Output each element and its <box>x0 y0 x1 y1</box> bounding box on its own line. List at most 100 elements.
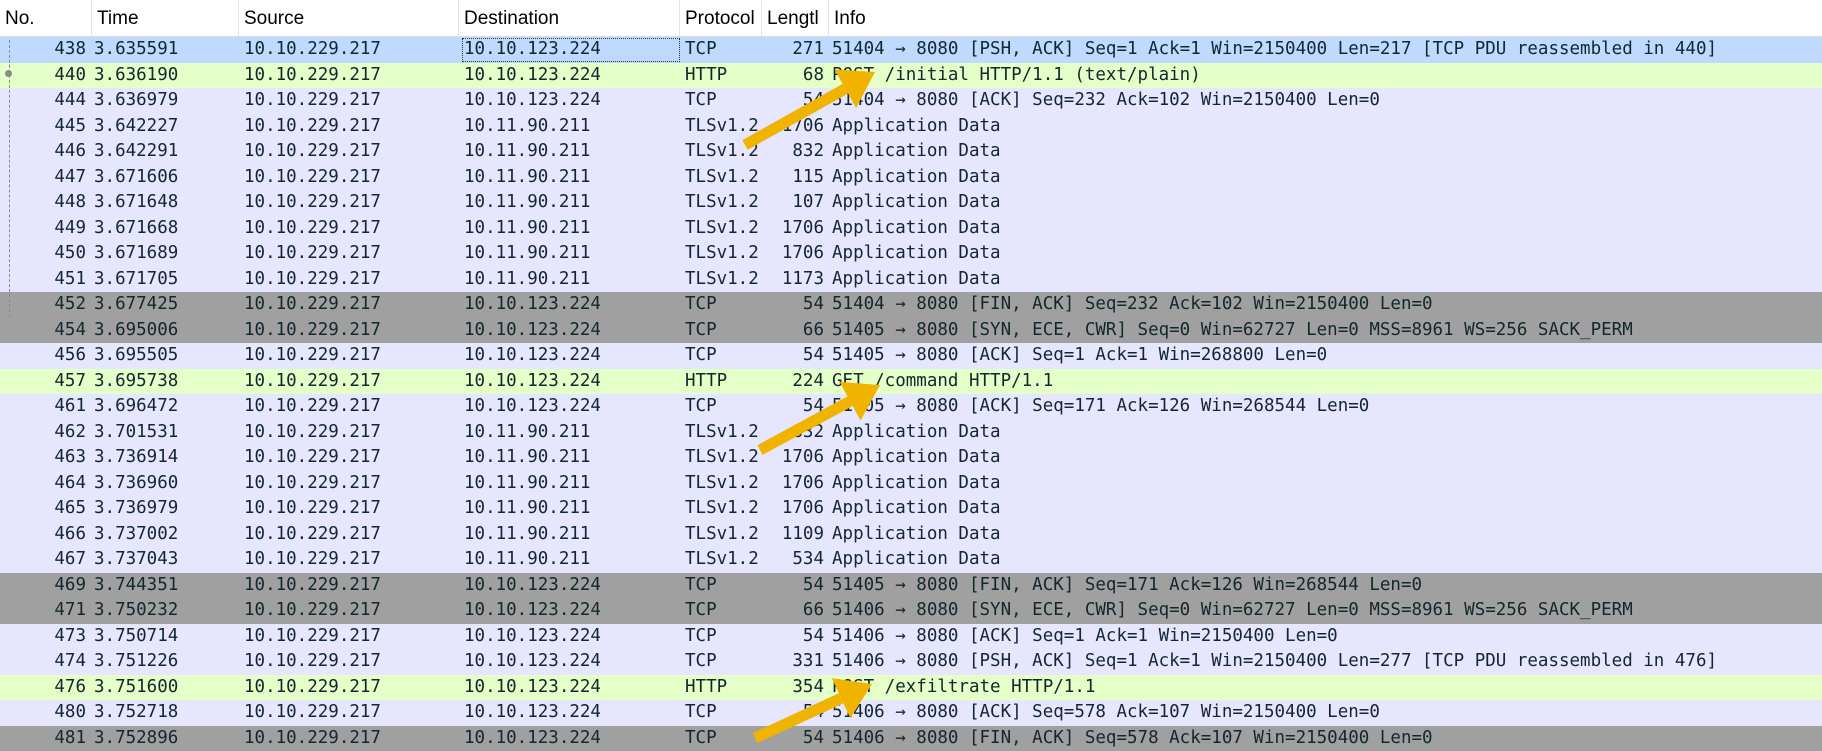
packet-row[interactable]: 4743.75122610.10.229.21710.10.123.224TCP… <box>0 649 1822 675</box>
column-header-no[interactable]: No. <box>0 0 92 37</box>
packet-row[interactable]: 4623.70153110.10.229.21710.11.90.211TLSv… <box>0 420 1822 446</box>
packet-destination: 10.11.90.211 <box>464 267 674 293</box>
packet-row[interactable]: 4403.63619010.10.229.21710.10.123.224HTT… <box>0 63 1822 89</box>
packet-destination: 10.11.90.211 <box>464 420 674 446</box>
column-header-protocol[interactable]: Protocol <box>680 0 762 37</box>
packet-row[interactable]: 4643.73696010.10.229.21710.11.90.211TLSv… <box>0 471 1822 497</box>
packet-time: 3.671689 <box>94 241 234 267</box>
packet-row[interactable]: 4563.69550510.10.229.21710.10.123.224TCP… <box>0 343 1822 369</box>
packet-source: 10.10.229.217 <box>244 573 454 599</box>
packet-protocol: TLSv1.2 <box>685 471 765 497</box>
packet-length: 54 <box>766 343 824 369</box>
packet-row[interactable]: 4803.75271810.10.229.21710.10.123.224TCP… <box>0 700 1822 726</box>
packet-row[interactable]: 4503.67168910.10.229.21710.11.90.211TLSv… <box>0 241 1822 267</box>
column-header-time[interactable]: Time <box>92 0 239 37</box>
packet-destination: 10.11.90.211 <box>464 114 674 140</box>
packet-protocol: TLSv1.2 <box>685 267 765 293</box>
packet-length: 54 <box>766 573 824 599</box>
packet-info: 51404 → 8080 [PSH, ACK] Seq=1 Ack=1 Win=… <box>832 37 1822 63</box>
packet-length: 107 <box>766 190 824 216</box>
packet-protocol: TLSv1.2 <box>685 165 765 191</box>
packet-time: 3.671705 <box>94 267 234 293</box>
packet-time: 3.737002 <box>94 522 234 548</box>
packet-no: 463 <box>0 445 86 471</box>
packet-info: 51405 → 8080 [ACK] Seq=171 Ack=126 Win=2… <box>832 394 1822 420</box>
packet-protocol: TLSv1.2 <box>685 445 765 471</box>
packet-info: 51406 → 8080 [PSH, ACK] Seq=1 Ack=1 Win=… <box>832 649 1822 675</box>
packet-row[interactable]: 4453.64222710.10.229.21710.11.90.211TLSv… <box>0 114 1822 140</box>
packet-length: 534 <box>766 547 824 573</box>
packet-destination: 10.10.123.224 <box>464 624 674 650</box>
packet-protocol: TCP <box>685 624 765 650</box>
column-header-destination[interactable]: Destination <box>459 0 680 37</box>
packet-protocol: TCP <box>685 726 765 751</box>
packet-row[interactable]: 4543.69500610.10.229.21710.10.123.224TCP… <box>0 318 1822 344</box>
packet-row[interactable]: 4473.67160610.10.229.21710.11.90.211TLSv… <box>0 165 1822 191</box>
packet-no: 440 <box>0 63 86 89</box>
packet-length: 1706 <box>766 445 824 471</box>
packet-row[interactable]: 4613.69647210.10.229.21710.10.123.224TCP… <box>0 394 1822 420</box>
packet-row[interactable]: 4483.67164810.10.229.21710.11.90.211TLSv… <box>0 190 1822 216</box>
packet-length: 1706 <box>766 241 824 267</box>
packet-protocol: TCP <box>685 37 765 63</box>
packet-no: 466 <box>0 522 86 548</box>
packet-row[interactable]: 4693.74435110.10.229.21710.10.123.224TCP… <box>0 573 1822 599</box>
packet-info: GET /command HTTP/1.1 <box>832 369 1822 395</box>
packet-protocol: TCP <box>685 394 765 420</box>
column-header-source[interactable]: Source <box>239 0 459 37</box>
packet-row[interactable]: 4463.64229110.10.229.21710.11.90.211TLSv… <box>0 139 1822 165</box>
packet-row[interactable]: 4663.73700210.10.229.21710.11.90.211TLSv… <box>0 522 1822 548</box>
packet-length: 224 <box>766 369 824 395</box>
packet-protocol: HTTP <box>685 369 765 395</box>
packet-length: 68 <box>766 63 824 89</box>
column-header-length[interactable]: Lengtl <box>762 0 829 37</box>
packet-row[interactable]: 4573.69573810.10.229.21710.10.123.224HTT… <box>0 369 1822 395</box>
packet-time: 3.736979 <box>94 496 234 522</box>
packet-destination: 10.11.90.211 <box>464 165 674 191</box>
packet-no: 480 <box>0 700 86 726</box>
packet-row[interactable]: 4763.75160010.10.229.21710.10.123.224HTT… <box>0 675 1822 701</box>
packet-row[interactable]: 4523.67742510.10.229.21710.10.123.224TCP… <box>0 292 1822 318</box>
packet-destination: 10.10.123.224 <box>464 88 674 114</box>
packet-row[interactable]: 4633.73691410.10.229.21710.11.90.211TLSv… <box>0 445 1822 471</box>
packet-time: 3.671668 <box>94 216 234 242</box>
packet-row[interactable]: 4653.73697910.10.229.21710.11.90.211TLSv… <box>0 496 1822 522</box>
packet-destination: 10.10.123.224 <box>464 394 674 420</box>
packet-time: 3.744351 <box>94 573 234 599</box>
packet-length: 1706 <box>766 496 824 522</box>
packet-source: 10.10.229.217 <box>244 598 454 624</box>
packet-row[interactable]: 4493.67166810.10.229.21710.11.90.211TLSv… <box>0 216 1822 242</box>
packet-row[interactable]: 4813.75289610.10.229.21710.10.123.224TCP… <box>0 726 1822 751</box>
packet-row[interactable]: 4513.67170510.10.229.21710.11.90.211TLSv… <box>0 267 1822 293</box>
packet-time: 3.695738 <box>94 369 234 395</box>
packet-time: 3.635591 <box>94 37 234 63</box>
packet-row[interactable]: 4673.73704310.10.229.21710.11.90.211TLSv… <box>0 547 1822 573</box>
column-header-info[interactable]: Info <box>829 0 1822 37</box>
packet-length: 66 <box>766 598 824 624</box>
packet-info: Application Data <box>832 216 1822 242</box>
packet-protocol: TCP <box>685 700 765 726</box>
packet-protocol: TLSv1.2 <box>685 114 765 140</box>
packet-no: 446 <box>0 139 86 165</box>
packet-row[interactable]: 4733.75071410.10.229.21710.10.123.224TCP… <box>0 624 1822 650</box>
packet-time: 3.750714 <box>94 624 234 650</box>
packet-protocol: HTTP <box>685 63 765 89</box>
packet-source: 10.10.229.217 <box>244 216 454 242</box>
packet-info: 51406 → 8080 [SYN, ECE, CWR] Seq=0 Win=6… <box>832 598 1822 624</box>
packet-destination: 10.11.90.211 <box>464 445 674 471</box>
packet-info: 51405 → 8080 [SYN, ECE, CWR] Seq=0 Win=6… <box>832 318 1822 344</box>
packet-length: 1109 <box>766 522 824 548</box>
packet-length: 54 <box>766 292 824 318</box>
packet-time: 3.737043 <box>94 547 234 573</box>
packet-source: 10.10.229.217 <box>244 394 454 420</box>
packet-destination: 10.11.90.211 <box>464 216 674 242</box>
packet-source: 10.10.229.217 <box>244 471 454 497</box>
packet-row[interactable]: 4383.63559110.10.229.21710.10.123.224TCP… <box>0 37 1822 63</box>
packet-source: 10.10.229.217 <box>244 165 454 191</box>
packet-row[interactable]: 4443.63697910.10.229.21710.10.123.224TCP… <box>0 88 1822 114</box>
packet-protocol: TLSv1.2 <box>685 420 765 446</box>
packet-no: 462 <box>0 420 86 446</box>
packet-length: 1173 <box>766 267 824 293</box>
packet-length: 832 <box>766 139 824 165</box>
packet-row[interactable]: 4713.75023210.10.229.21710.10.123.224TCP… <box>0 598 1822 624</box>
